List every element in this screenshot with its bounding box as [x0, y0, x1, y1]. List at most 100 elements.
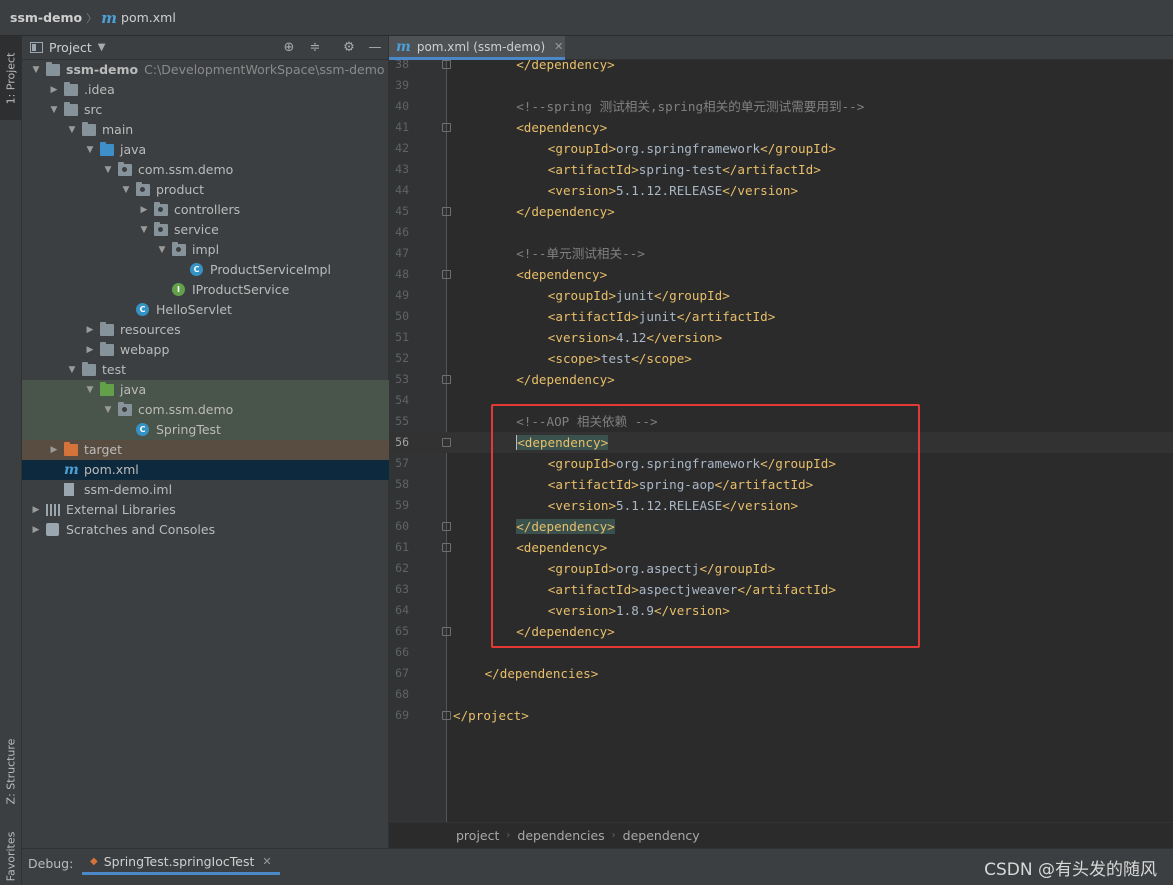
- fold-marker-icon[interactable]: [442, 375, 451, 384]
- code-line[interactable]: 59 <version>5.1.12.RELEASE</version>: [389, 495, 1173, 516]
- code-line[interactable]: 69 </project>: [389, 705, 1173, 726]
- chevron-down-icon[interactable]: ▼: [156, 240, 168, 260]
- tree-item[interactable]: ▶ .idea: [22, 80, 389, 100]
- code-line[interactable]: 50 <artifactId>junit</artifactId>: [389, 306, 1173, 327]
- chevron-right-icon[interactable]: ▶: [30, 520, 42, 540]
- chevron-down-icon[interactable]: ▼: [30, 60, 42, 80]
- code-line[interactable]: 68: [389, 684, 1173, 705]
- code-editor[interactable]: 38 </dependency> 39 40 <!--spring 测试相关,sprin…: [389, 60, 1173, 822]
- tree-item[interactable]: ▼ impl: [22, 240, 389, 260]
- code-line[interactable]: 58 <artifactId>spring-aop</artifactId>: [389, 474, 1173, 495]
- tree-item[interactable]: ▼ service: [22, 220, 389, 240]
- code-line[interactable]: 41 <dependency>: [389, 117, 1173, 138]
- code-line[interactable]: 61 <dependency>: [389, 537, 1173, 558]
- tree-item[interactable]: I IProductService: [22, 280, 389, 300]
- fold-marker-icon[interactable]: [442, 438, 451, 447]
- editor-breadcrumb-item[interactable]: project: [456, 828, 499, 843]
- structure-tool-tab[interactable]: Z: Structure: [0, 726, 22, 816]
- gear-icon[interactable]: ⚙: [341, 40, 357, 56]
- locate-icon[interactable]: ⊕: [281, 40, 297, 56]
- code-line[interactable]: 49 <groupId>junit</groupId>: [389, 285, 1173, 306]
- tab-pom-xml[interactable]: m pom.xml (ssm-demo) ✕: [389, 36, 565, 60]
- code-line[interactable]: 56 <dependency>: [389, 432, 1173, 453]
- close-icon[interactable]: ✕: [262, 855, 271, 868]
- breadcrumb-file[interactable]: pom.xml: [121, 10, 176, 25]
- code-line[interactable]: 46: [389, 222, 1173, 243]
- code-line[interactable]: 47 <!--单元测试相关-->: [389, 243, 1173, 264]
- chevron-right-icon[interactable]: ▶: [138, 200, 150, 220]
- chevron-right-icon[interactable]: ▶: [48, 80, 60, 100]
- chevron-down-icon[interactable]: ▼: [66, 120, 78, 140]
- tree-item[interactable]: ▶ webapp: [22, 340, 389, 360]
- tree-item[interactable]: C SpringTest: [22, 420, 389, 440]
- code-line[interactable]: 63 <artifactId>aspectjweaver</artifactId>: [389, 579, 1173, 600]
- chevron-down-icon[interactable]: ▼: [48, 100, 60, 120]
- tree-item[interactable]: ▶ resources: [22, 320, 389, 340]
- debug-session-tab[interactable]: ◆ SpringTest.springIocTest ✕: [82, 851, 280, 875]
- editor-breadcrumb-item[interactable]: dependencies: [517, 828, 604, 843]
- code-line[interactable]: 44 <version>5.1.12.RELEASE</version>: [389, 180, 1173, 201]
- minimize-icon[interactable]: —: [367, 40, 383, 56]
- project-view-selector[interactable]: Project: [49, 40, 92, 55]
- chevron-right-icon[interactable]: ▶: [48, 440, 60, 460]
- code-line[interactable]: 66: [389, 642, 1173, 663]
- tree-item[interactable]: m pom.xml: [22, 460, 389, 480]
- code-line[interactable]: 40 <!--spring 测试相关,spring相关的单元测试需要用到-->: [389, 96, 1173, 117]
- close-icon[interactable]: ✕: [554, 40, 563, 53]
- tree-item[interactable]: ▼ test: [22, 360, 389, 380]
- collapse-all-icon[interactable]: ≑: [307, 40, 323, 56]
- tree-item[interactable]: ▼ java: [22, 140, 389, 160]
- code-line[interactable]: 65 </dependency>: [389, 621, 1173, 642]
- code-line[interactable]: 48 <dependency>: [389, 264, 1173, 285]
- tree-item[interactable]: ▼ ssm-demo C:\DevelopmentWorkSpace\ssm-dem…: [22, 60, 389, 80]
- code-line[interactable]: 64 <version>1.8.9</version>: [389, 600, 1173, 621]
- tree-item[interactable]: ▼ com.ssm.demo: [22, 160, 389, 180]
- chevron-down-icon[interactable]: ▼: [98, 42, 106, 53]
- code-line[interactable]: 52 <scope>test</scope>: [389, 348, 1173, 369]
- tree-item[interactable]: C HelloServlet: [22, 300, 389, 320]
- fold-marker-icon[interactable]: [442, 207, 451, 216]
- chevron-down-icon[interactable]: ▼: [138, 220, 150, 240]
- code-line[interactable]: 67 </dependencies>: [389, 663, 1173, 684]
- chevron-right-icon[interactable]: ▶: [84, 320, 96, 340]
- code-line[interactable]: 54: [389, 390, 1173, 411]
- tree-item[interactable]: ▼ java: [22, 380, 389, 400]
- code-line[interactable]: 38 </dependency>: [389, 60, 1173, 75]
- fold-marker-icon[interactable]: [442, 711, 451, 720]
- chevron-down-icon[interactable]: ▼: [102, 400, 114, 420]
- chevron-down-icon[interactable]: ▼: [120, 180, 132, 200]
- tree-item[interactable]: ▼ product: [22, 180, 389, 200]
- code-line[interactable]: 55 <!--AOP 相关依赖 -->: [389, 411, 1173, 432]
- tree-item[interactable]: ▶ controllers: [22, 200, 389, 220]
- code-line[interactable]: 45 </dependency>: [389, 201, 1173, 222]
- code-line[interactable]: 42 <groupId>org.springframework</groupId>: [389, 138, 1173, 159]
- code-line[interactable]: 51 <version>4.12</version>: [389, 327, 1173, 348]
- chevron-down-icon[interactable]: ▼: [84, 380, 96, 400]
- tree-item[interactable]: ▶ Scratches and Consoles: [22, 520, 389, 540]
- chevron-down-icon[interactable]: ▼: [102, 160, 114, 180]
- fold-marker-icon[interactable]: [442, 123, 451, 132]
- fold-marker-icon[interactable]: [442, 522, 451, 531]
- chevron-down-icon[interactable]: ▼: [84, 140, 96, 160]
- tree-item[interactable]: ▼ main: [22, 120, 389, 140]
- tree-item[interactable]: ▶ target: [22, 440, 389, 460]
- favorites-tool-tab[interactable]: Favorites: [0, 828, 22, 885]
- code-line[interactable]: 43 <artifactId>spring-test</artifactId>: [389, 159, 1173, 180]
- tree-item[interactable]: ▼ com.ssm.demo: [22, 400, 389, 420]
- fold-marker-icon[interactable]: [442, 627, 451, 636]
- tree-item[interactable]: C ProductServiceImpl: [22, 260, 389, 280]
- fold-marker-icon[interactable]: [442, 543, 451, 552]
- tree-item[interactable]: ▶ External Libraries: [22, 500, 389, 520]
- editor-breadcrumb-item[interactable]: dependency: [623, 828, 700, 843]
- breadcrumb-project[interactable]: ssm-demo: [10, 10, 82, 25]
- code-line[interactable]: 39: [389, 75, 1173, 96]
- code-line[interactable]: 62 <groupId>org.aspectj</groupId>: [389, 558, 1173, 579]
- fold-marker-icon[interactable]: [442, 60, 451, 69]
- chevron-right-icon[interactable]: ▶: [84, 340, 96, 360]
- fold-marker-icon[interactable]: [442, 270, 451, 279]
- tree-item[interactable]: ssm-demo.iml: [22, 480, 389, 500]
- code-line[interactable]: 60 </dependency>: [389, 516, 1173, 537]
- chevron-down-icon[interactable]: ▼: [66, 360, 78, 380]
- project-tool-tab[interactable]: 1: Project: [0, 36, 22, 120]
- code-line[interactable]: 53 </dependency>: [389, 369, 1173, 390]
